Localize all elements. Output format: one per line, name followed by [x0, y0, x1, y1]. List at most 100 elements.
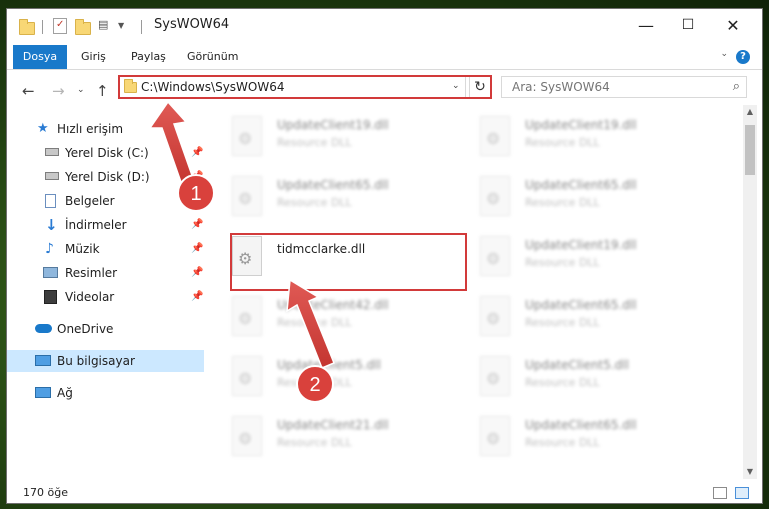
dll-file-icon — [480, 296, 510, 336]
search-icon[interactable]: ⌕ — [733, 79, 740, 94]
window-title: SysWOW64 — [154, 17, 230, 32]
sidebar-item-onedrive[interactable]: OneDrive — [7, 318, 204, 340]
sidebar-item-label: Bu bilgisayar — [57, 354, 135, 368]
dll-file-icon — [480, 236, 510, 276]
sidebar-item-downloads[interactable]: ↓ İndirmeler 📌 — [7, 214, 204, 236]
list-item[interactable]: UpdateClient65.dll Resource DLL — [217, 172, 457, 222]
pin-icon[interactable]: 📌 — [191, 262, 203, 284]
pin-icon[interactable]: 📌 — [191, 286, 203, 308]
list-item[interactable]: UpdateClient42.dll Resource DLL — [217, 292, 457, 342]
dll-file-icon — [480, 116, 510, 156]
search-box[interactable]: ⌕ — [501, 76, 747, 98]
list-item[interactable]: UpdateClient19.dll Resource DLL — [465, 232, 705, 282]
up-arrow-icon[interactable]: ↑ — [96, 82, 109, 100]
address-path[interactable]: C:\Windows\SysWOW64 — [141, 80, 285, 94]
customize-toolbar-icon[interactable]: ▤ — [98, 18, 112, 34]
dll-file-icon — [480, 356, 510, 396]
maximize-button[interactable]: ☐ — [665, 9, 711, 41]
sidebar-item-label: Videolar — [65, 290, 115, 304]
network-icon — [35, 387, 51, 398]
list-item[interactable]: UpdateClient65.dll Resource DLL — [465, 292, 705, 342]
sidebar-item-disk-c[interactable]: Yerel Disk (C:) 📌 — [7, 142, 204, 164]
dll-file-icon — [232, 416, 262, 456]
refresh-button[interactable]: ↻ — [469, 76, 491, 98]
divider — [7, 69, 762, 70]
new-folder-icon[interactable] — [75, 19, 91, 35]
list-item[interactable]: UpdateClient65.dll Resource DLL — [465, 412, 705, 462]
sidebar-item-videos[interactable]: Videolar 📌 — [7, 286, 204, 308]
list-item[interactable]: UpdateClient65.dll Resource DLL — [465, 172, 705, 222]
scroll-thumb[interactable] — [745, 125, 755, 175]
dll-file-icon — [480, 416, 510, 456]
scroll-down-icon[interactable]: ▼ — [743, 465, 757, 479]
pictures-icon — [43, 267, 58, 278]
folder-icon — [124, 79, 137, 93]
list-item[interactable]: UpdateClient5.dll Resource DLL — [217, 352, 457, 402]
sidebar-item-label: İndirmeler — [65, 218, 127, 232]
chevron-down-icon[interactable]: ▼ — [118, 21, 124, 37]
pin-icon[interactable]: 📌 — [191, 238, 203, 260]
address-bar[interactable]: C:\Windows\SysWOW64 ⌄ — [119, 76, 466, 98]
help-icon[interactable]: ? — [736, 50, 750, 64]
file-name: UpdateClient19.dll — [277, 118, 389, 132]
navigation-pane: ★ Hızlı erişim Yerel Disk (C:) 📌 Yerel D… — [7, 112, 204, 482]
pin-icon[interactable]: 📌 — [191, 214, 203, 236]
pin-icon[interactable]: 📌 — [191, 142, 203, 164]
sidebar-item-label: Yerel Disk (C:) — [65, 146, 149, 160]
close-button[interactable]: ✕ — [710, 9, 756, 41]
minimize-button[interactable]: — — [623, 9, 669, 41]
search-input[interactable] — [510, 79, 714, 95]
file-name: UpdateClient65.dll — [277, 178, 389, 192]
details-view-icon[interactable] — [713, 487, 727, 499]
pin-icon[interactable]: 📌 — [191, 190, 203, 212]
dll-file-icon — [232, 356, 262, 396]
forward-arrow-icon[interactable]: → — [52, 82, 65, 100]
file-description: Resource DLL — [525, 256, 600, 269]
tab-file[interactable]: Dosya — [13, 45, 67, 69]
file-name: UpdateClient19.dll — [525, 118, 637, 132]
recent-locations-icon[interactable]: ⌄ — [77, 85, 85, 95]
sidebar-item-quick-access[interactable]: ★ Hızlı erişim — [7, 118, 204, 140]
expand-ribbon-icon[interactable]: ⌄ — [720, 49, 728, 59]
properties-icon[interactable]: ✓ — [53, 18, 67, 34]
pin-icon[interactable]: 📌 — [191, 166, 203, 188]
list-item[interactable]: UpdateClient19.dll Resource DLL — [465, 112, 705, 162]
list-item[interactable]: UpdateClient21.dll Resource DLL — [217, 412, 457, 462]
list-item[interactable]: UpdateClient5.dll Resource DLL — [465, 352, 705, 402]
file-name: UpdateClient21.dll — [277, 418, 389, 432]
file-name: UpdateClient5.dll — [525, 358, 629, 372]
list-item[interactable]: UpdateClient19.dll Resource DLL — [217, 112, 457, 162]
large-icons-view-icon[interactable] — [735, 487, 749, 499]
file-description: Resource DLL — [525, 316, 600, 329]
dll-file-icon — [480, 176, 510, 216]
tab-home[interactable]: Giriş — [81, 46, 106, 68]
file-description: Resource DLL — [525, 136, 600, 149]
status-bar: 170 öğe — [7, 483, 762, 503]
tab-share[interactable]: Paylaş — [131, 46, 166, 68]
sidebar-item-this-pc[interactable]: Bu bilgisayar — [7, 350, 204, 372]
sidebar-item-network[interactable]: Ağ — [7, 382, 204, 404]
chevron-down-icon[interactable]: ⌄ — [452, 81, 460, 91]
sidebar-item-label: Hızlı erişim — [57, 122, 124, 136]
tab-view[interactable]: Görünüm — [187, 46, 238, 68]
back-arrow-icon[interactable]: ← — [22, 82, 35, 100]
folder-icon[interactable] — [19, 19, 35, 35]
divider — [42, 20, 43, 34]
sidebar-item-disk-d[interactable]: Yerel Disk (D:) 📌 — [7, 166, 204, 188]
highlight-box-file — [230, 233, 467, 291]
file-description: Resource DLL — [277, 436, 352, 449]
title-bar: ✓ ▤ ▼ SysWOW64 — ☐ ✕ — [7, 9, 762, 43]
sidebar-item-documents[interactable]: Belgeler 📌 — [7, 190, 204, 212]
sidebar-item-pictures[interactable]: Resimler 📌 — [7, 262, 204, 284]
scroll-up-icon[interactable]: ▲ — [743, 105, 757, 119]
drive-icon — [45, 172, 59, 180]
star-icon: ★ — [37, 121, 49, 136]
sidebar-item-label: Müzik — [65, 242, 100, 256]
file-description: Resource DLL — [525, 376, 600, 389]
sidebar-item-label: Resimler — [65, 266, 118, 280]
vertical-scrollbar[interactable]: ▲ ▼ — [743, 105, 757, 479]
file-name: UpdateClient42.dll — [277, 298, 389, 312]
file-name: UpdateClient65.dll — [525, 298, 637, 312]
sidebar-item-music[interactable]: ♪ Müzik 📌 — [7, 238, 204, 260]
sidebar-item-label: Yerel Disk (D:) — [65, 170, 150, 184]
